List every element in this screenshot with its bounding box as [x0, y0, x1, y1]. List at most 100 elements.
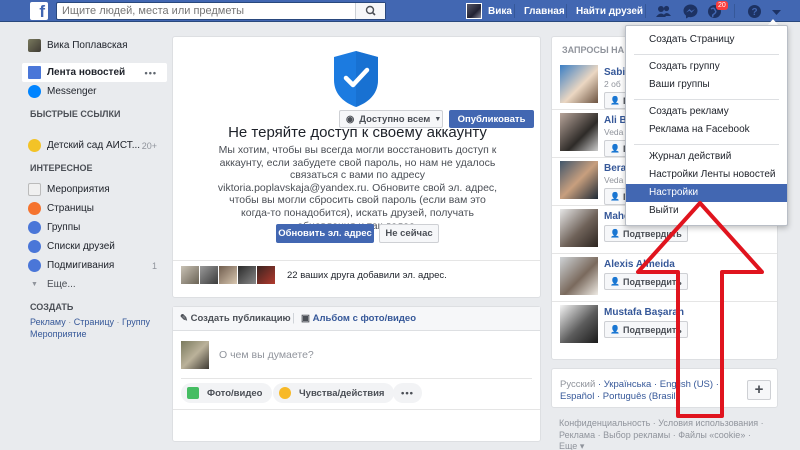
sidebar-item-count: 20+ [141, 140, 157, 151]
menu-item[interactable]: Выйти [626, 202, 787, 220]
sidebar-item-explore[interactable]: Списки друзей [22, 237, 167, 256]
top-navigation-bar: f Вика Главная Найти друзей 20 ? [0, 0, 800, 22]
create-page-link[interactable]: Страницу [74, 317, 114, 327]
tab-create-post[interactable]: ✎ Создать публикацию [180, 313, 291, 324]
menu-item[interactable]: Создать группу [626, 58, 787, 76]
language-link[interactable]: Español [560, 391, 594, 402]
calendar-icon [28, 183, 41, 196]
requester-name[interactable]: Mustafa Başaran [604, 307, 684, 318]
not-now-button[interactable]: Не сейчас [379, 224, 439, 243]
update-email-button[interactable]: Обновить эл. адрес [276, 224, 374, 243]
avatar[interactable] [560, 257, 598, 295]
search-input[interactable] [57, 3, 347, 19]
messenger-icon[interactable] [682, 3, 699, 20]
tab-photo-album[interactable]: ▣ Альбом с фото/видео [301, 313, 416, 324]
sidebar-item-explore[interactable]: Страницы [22, 199, 167, 218]
account-menu-arrow-icon[interactable] [768, 3, 785, 20]
poke-icon [28, 259, 41, 272]
feelings-button[interactable]: Чувства/действия [273, 383, 395, 403]
avatar[interactable] [181, 266, 199, 284]
shortcuts-heading: БЫСТРЫЕ ССЫЛКИ [30, 109, 121, 119]
menu-item[interactable]: Настройки Ленты новостей [626, 166, 787, 184]
menu-item[interactable]: Ваши группы [626, 76, 787, 94]
avatar[interactable] [560, 305, 598, 343]
sidebar-item-label: Мероприятия [47, 184, 110, 195]
sidebar-item-messenger[interactable]: Messenger [22, 82, 167, 101]
language-list: Русский · Українська · English (US) · Es… [560, 379, 719, 402]
more-options-icon[interactable]: ••• [145, 68, 157, 78]
sidebar-item-news-feed[interactable]: Лента новостей ••• [22, 63, 167, 82]
photo-video-button[interactable]: Фото/видео [181, 383, 273, 403]
avatar [28, 39, 41, 52]
chevron-down-icon: ▼ [434, 115, 442, 123]
search-box[interactable] [56, 2, 386, 20]
button-label: Подтвердить [622, 276, 682, 287]
language-link[interactable]: Українська [604, 379, 652, 390]
audience-selector[interactable]: ◉ Доступно всем ▼ [339, 110, 443, 128]
language-link[interactable]: English (US) [660, 379, 713, 390]
help-icon[interactable]: ? [746, 3, 763, 20]
footer-more-link[interactable]: Еще ▾ [559, 441, 779, 450]
menu-item[interactable]: Создать Страницу [626, 31, 787, 49]
facebook-logo-icon[interactable]: f [30, 2, 48, 20]
globe-icon: ◉ [346, 113, 355, 125]
menu-item[interactable]: Реклама на Facebook [626, 121, 787, 139]
sidebar-item-explore[interactable]: Подмигивания 1 [22, 256, 167, 275]
avatar[interactable] [560, 113, 598, 151]
sidebar-item-label: Детский сад АИСТ... [47, 140, 141, 151]
avatar[interactable] [560, 65, 598, 103]
confirm-request-button[interactable]: 👤Подтвердить [604, 273, 688, 290]
menu-item[interactable]: Создать рекламу [626, 103, 787, 121]
create-ad-link[interactable]: Рекламу [30, 317, 66, 327]
sidebar-item-profile[interactable]: Вика Поплавская [22, 36, 167, 55]
add-friend-icon: 👤 [610, 192, 620, 201]
friend-requests-icon[interactable] [655, 3, 672, 20]
sun-icon [28, 139, 41, 152]
sidebar-item-label: Messenger [47, 86, 97, 97]
sidebar-more-link[interactable]: ▼ Еще... [22, 275, 167, 294]
sidebar-item-label: Страницы [47, 203, 94, 214]
friend-request-item: Mustafa Başaran 👤 Подтвердить [560, 305, 775, 357]
footer-links-line[interactable]: Реклама · Выбор рекламы · Файлы «cookie»… [559, 430, 779, 442]
avatar[interactable] [560, 209, 598, 247]
sidebar-item-explore[interactable]: Группы [22, 218, 167, 237]
shield-check-icon [334, 51, 378, 107]
add-friend-icon: 👤 [610, 277, 620, 286]
friends-list-icon [28, 240, 41, 253]
publish-button[interactable]: Опубликовать [449, 110, 534, 128]
requester-name[interactable]: Alexis Almeida [604, 259, 675, 270]
divider [173, 260, 540, 261]
sidebar-item-shortcut[interactable]: Детский сад АИСТ... 20+ [22, 136, 167, 155]
footer-links-line[interactable]: Конфиденциальность · Условия использован… [559, 418, 779, 430]
avatar[interactable] [560, 161, 598, 199]
button-label: Фото/видео [207, 387, 263, 399]
menu-item[interactable]: Журнал действий [626, 148, 787, 166]
find-friends-link[interactable]: Найти друзей [576, 6, 643, 17]
create-links: Рекламу · Страницу · Группу Мероприятие [30, 317, 151, 339]
menu-item[interactable]: Настройки [626, 184, 787, 202]
friends-added-email-text: 22 ваших друга добавили эл. адрес. [287, 270, 447, 281]
avatar[interactable] [200, 266, 218, 284]
create-group-link[interactable]: Группу [122, 317, 150, 327]
button-label: Доступно всем [359, 113, 431, 125]
status-input[interactable]: О чем вы думаете? [219, 349, 314, 361]
confirm-request-button[interactable]: 👤Подтвердить [604, 321, 688, 338]
home-link[interactable]: Главная [524, 6, 565, 17]
language-link[interactable]: Português (Brasil) [603, 391, 679, 402]
avatar[interactable] [219, 266, 237, 284]
sidebar-item-label: Подмигивания [47, 260, 115, 271]
add-friend-icon: 👤 [610, 96, 620, 105]
profile-link[interactable]: Вика [466, 3, 512, 19]
more-options-button[interactable]: ••• [393, 383, 422, 403]
notifications-badge: 20 [716, 1, 728, 10]
sidebar-item-label: Списки друзей [47, 241, 115, 252]
search-icon [365, 5, 376, 16]
language-panel: Русский · Українська · English (US) · Es… [551, 368, 778, 408]
add-language-button[interactable]: + [747, 380, 771, 400]
create-event-link[interactable]: Мероприятие [30, 329, 87, 339]
avatar[interactable] [257, 266, 275, 284]
avatar[interactable] [238, 266, 256, 284]
sidebar-item-explore[interactable]: Мероприятия [22, 180, 167, 199]
search-button[interactable] [355, 3, 385, 19]
confirm-request-button[interactable]: 👤Подтвердить [604, 225, 688, 242]
